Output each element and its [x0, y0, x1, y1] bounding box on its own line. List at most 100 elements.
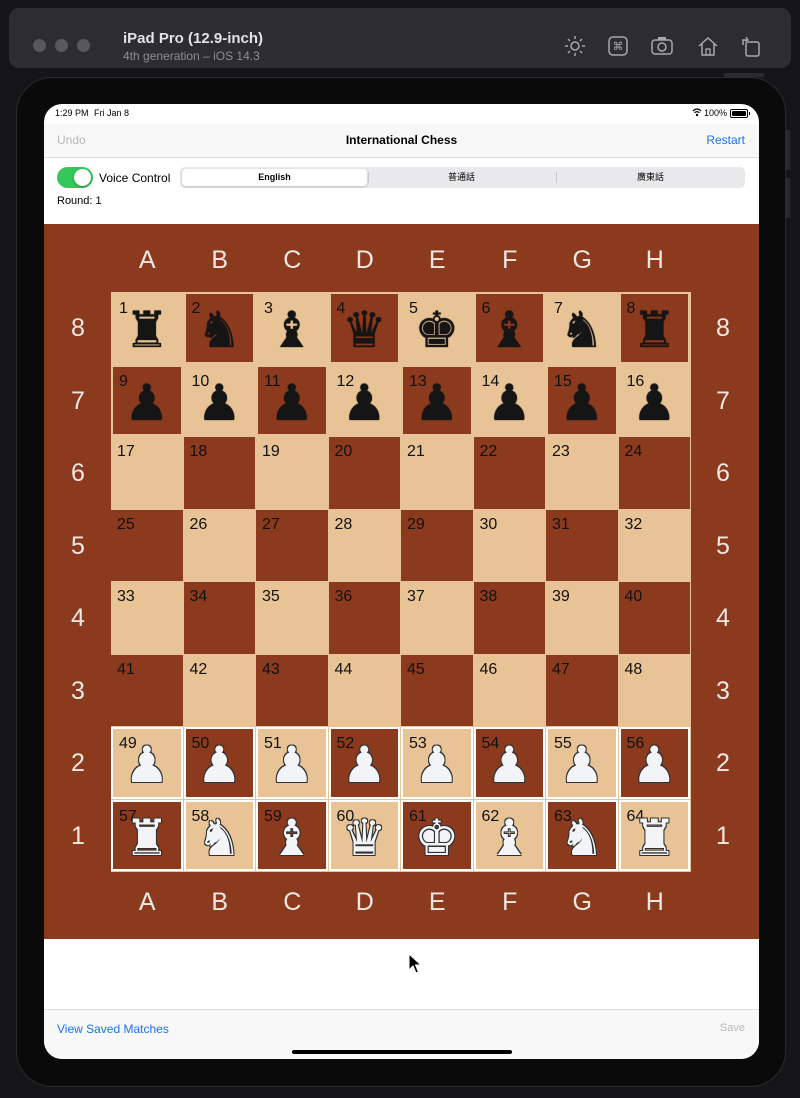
board-square[interactable]: 48: [618, 654, 690, 726]
board-square[interactable]: 19: [256, 437, 328, 509]
board-square[interactable]: 45: [401, 654, 473, 726]
board-square[interactable]: 60 ♛: [328, 799, 400, 871]
board-square[interactable]: 55 ♟: [546, 727, 618, 799]
board-square[interactable]: 61 ♚: [401, 799, 473, 871]
board-square[interactable]: 37: [401, 582, 473, 654]
voice-control-toggle[interactable]: [57, 167, 93, 188]
white-pawn-icon[interactable]: ♟: [559, 740, 604, 790]
board-square[interactable]: 3 ♝: [256, 292, 328, 364]
board-square[interactable]: 14 ♟: [473, 364, 545, 436]
board-square[interactable]: 2 ♞: [183, 292, 255, 364]
board-square[interactable]: 20: [328, 437, 400, 509]
white-king-icon[interactable]: ♚: [414, 813, 459, 863]
board-square[interactable]: 34: [183, 582, 255, 654]
black-pawn-icon[interactable]: ♟: [269, 378, 314, 428]
white-queen-icon[interactable]: ♛: [342, 813, 387, 863]
board-square[interactable]: 43: [256, 654, 328, 726]
board-square[interactable]: 26: [183, 509, 255, 581]
board-square[interactable]: 5 ♚: [401, 292, 473, 364]
board-square[interactable]: 59 ♝: [256, 799, 328, 871]
white-pawn-icon[interactable]: ♟: [269, 740, 314, 790]
board-square[interactable]: 44: [328, 654, 400, 726]
board-square[interactable]: 10 ♟: [183, 364, 255, 436]
board-square[interactable]: 18: [183, 437, 255, 509]
black-pawn-icon[interactable]: ♟: [487, 378, 532, 428]
board-square[interactable]: 27: [256, 509, 328, 581]
black-knight-icon[interactable]: ♞: [197, 305, 242, 355]
board-square[interactable]: 50 ♟: [183, 727, 255, 799]
white-rook-icon[interactable]: ♜: [632, 813, 677, 863]
white-knight-icon[interactable]: ♞: [559, 813, 604, 863]
board-square[interactable]: 13 ♟: [401, 364, 473, 436]
board-square[interactable]: 41: [111, 654, 183, 726]
rotate-icon[interactable]: [740, 35, 762, 57]
black-pawn-icon[interactable]: ♟: [197, 378, 242, 428]
board-square[interactable]: 9 ♟: [111, 364, 183, 436]
board-square[interactable]: 4 ♛: [328, 292, 400, 364]
board-square[interactable]: 17: [111, 437, 183, 509]
board-square[interactable]: 36: [328, 582, 400, 654]
board-square[interactable]: 51 ♟: [256, 727, 328, 799]
screenshot-icon[interactable]: [651, 35, 673, 57]
board-square[interactable]: 22: [473, 437, 545, 509]
board-square[interactable]: 8 ♜: [618, 292, 690, 364]
language-option-mandarin[interactable]: 普通話: [369, 169, 554, 186]
board-square[interactable]: 24: [618, 437, 690, 509]
white-pawn-icon[interactable]: ♟: [124, 740, 169, 790]
board-square[interactable]: 32: [618, 509, 690, 581]
language-option-english[interactable]: English: [182, 169, 367, 186]
white-rook-icon[interactable]: ♜: [124, 813, 169, 863]
board-square[interactable]: 40: [618, 582, 690, 654]
language-option-cantonese[interactable]: 廣東話: [558, 169, 743, 186]
board-square[interactable]: 7 ♞: [546, 292, 618, 364]
home-icon[interactable]: [697, 35, 719, 57]
white-knight-icon[interactable]: ♞: [197, 813, 242, 863]
board-square[interactable]: 25: [111, 509, 183, 581]
black-pawn-icon[interactable]: ♟: [414, 378, 459, 428]
white-pawn-icon[interactable]: ♟: [342, 740, 387, 790]
board-square[interactable]: 46: [473, 654, 545, 726]
black-queen-icon[interactable]: ♛: [342, 305, 387, 355]
view-saved-matches-link[interactable]: View Saved Matches: [57, 1022, 169, 1036]
black-pawn-icon[interactable]: ♟: [124, 378, 169, 428]
close-window-button[interactable]: [33, 39, 46, 52]
board-square[interactable]: 29: [401, 509, 473, 581]
board-square[interactable]: 49 ♟: [111, 727, 183, 799]
board-square[interactable]: 56 ♟: [618, 727, 690, 799]
board-square[interactable]: 54 ♟: [473, 727, 545, 799]
board-square[interactable]: 12 ♟: [328, 364, 400, 436]
board-square[interactable]: 11 ♟: [256, 364, 328, 436]
board-square[interactable]: 23: [546, 437, 618, 509]
board-square[interactable]: 42: [183, 654, 255, 726]
white-pawn-icon[interactable]: ♟: [632, 740, 677, 790]
board-square[interactable]: 16 ♟: [618, 364, 690, 436]
board-square[interactable]: 39: [546, 582, 618, 654]
command-icon[interactable]: ⌘: [607, 35, 629, 57]
black-pawn-icon[interactable]: ♟: [342, 378, 387, 428]
board-square[interactable]: 53 ♟: [401, 727, 473, 799]
board-square[interactable]: 21: [401, 437, 473, 509]
board-square[interactable]: 33: [111, 582, 183, 654]
black-knight-icon[interactable]: ♞: [559, 305, 604, 355]
black-bishop-icon[interactable]: ♝: [269, 305, 314, 355]
board-square[interactable]: 15 ♟: [546, 364, 618, 436]
black-pawn-icon[interactable]: ♟: [632, 378, 677, 428]
restart-button[interactable]: Restart: [706, 133, 745, 147]
board-square[interactable]: 63 ♞: [546, 799, 618, 871]
board-square[interactable]: 64 ♜: [618, 799, 690, 871]
black-rook-icon[interactable]: ♜: [632, 305, 677, 355]
white-pawn-icon[interactable]: ♟: [197, 740, 242, 790]
brightness-icon[interactable]: [564, 35, 586, 57]
board-square[interactable]: 47: [546, 654, 618, 726]
zoom-window-button[interactable]: [77, 39, 90, 52]
white-pawn-icon[interactable]: ♟: [487, 740, 532, 790]
board-square[interactable]: 58 ♞: [183, 799, 255, 871]
white-bishop-icon[interactable]: ♝: [487, 813, 532, 863]
board-square[interactable]: 57 ♜: [111, 799, 183, 871]
black-bishop-icon[interactable]: ♝: [487, 305, 532, 355]
white-bishop-icon[interactable]: ♝: [269, 813, 314, 863]
board-square[interactable]: 38: [473, 582, 545, 654]
board-square[interactable]: 1 ♜: [111, 292, 183, 364]
black-rook-icon[interactable]: ♜: [124, 305, 169, 355]
save-button[interactable]: Save: [720, 1022, 745, 1034]
